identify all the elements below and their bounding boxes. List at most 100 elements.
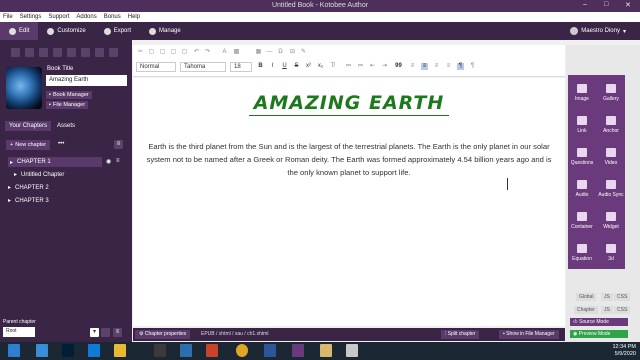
ie-icon[interactable] [88,344,100,357]
align-left-icon[interactable]: ≡ [409,63,416,70]
widget-widget[interactable]: Widget [597,203,625,239]
redo-icon[interactable]: ↷ [204,49,211,56]
book-manager-button[interactable]: ▪ Book Manager [46,91,92,99]
widget-audio-sync[interactable]: Audio Sync [597,171,625,207]
paste-text-icon[interactable]: ▢ [170,49,177,56]
outdent-icon[interactable]: ⇤ [369,63,376,70]
mode-edit[interactable]: Edit [0,22,39,40]
tab-your-chapters[interactable]: Your Chapters [5,121,52,131]
mode-export[interactable]: Export [95,22,140,40]
folder-icon[interactable] [320,344,332,357]
chapter-dropdown-button[interactable]: ▾ [90,328,99,337]
blockquote-button[interactable]: 99 [395,63,402,70]
chapter-item-untitled[interactable]: ▸ Untitled Chapter [14,171,64,179]
widget-audio[interactable]: Audio [568,171,596,207]
menu-settings[interactable]: Settings [20,14,42,20]
menu-support[interactable]: Support [48,14,69,20]
widget-questions[interactable]: Questions [568,139,596,175]
windows-start-icon[interactable] [8,344,20,357]
widget-link[interactable]: Link [568,107,596,143]
eye-icon[interactable]: ◉ [106,158,111,165]
bold-button[interactable]: B [257,63,264,70]
save-icon[interactable] [39,48,48,57]
bullet-list-icon[interactable]: ≔ [357,63,364,70]
global-js-button[interactable]: JS [601,293,613,301]
menu-bonus[interactable]: Bonus [104,14,121,20]
mode-manage[interactable]: Manage [140,22,190,40]
align-right-icon[interactable]: ≡ [433,63,440,70]
source-mode-button[interactable]: ‹/› Source Mode [570,318,628,326]
indent-icon[interactable]: ⇥ [381,63,388,70]
media-icon[interactable] [67,48,76,57]
widget-equation[interactable]: Equation [568,235,596,271]
widget-video[interactable]: Video [597,139,625,175]
chapter-item-2[interactable]: ▸ CHAPTER 2 [8,184,49,192]
align-justify-icon[interactable]: ≡ [445,63,452,70]
chapter-item-3[interactable]: ▸ CHAPTER 3 [8,197,49,205]
align-center-icon[interactable]: ≡ [421,63,428,70]
copy-icon[interactable]: ▢ [148,49,155,56]
book-cover-image[interactable] [6,67,42,109]
notepad-icon[interactable] [346,344,358,357]
kotobee-icon[interactable] [292,344,304,357]
ltr-icon[interactable]: ¶ [457,63,464,70]
italic-button[interactable]: I [269,63,276,70]
new-chapter-button[interactable]: + New chapter [6,140,51,150]
underline-button[interactable]: U [281,63,288,70]
delete-icon[interactable] [101,328,110,337]
maximize-button[interactable]: □ [604,1,608,8]
rtl-icon[interactable]: ¶ [469,63,476,70]
special-char-icon[interactable]: Ω [277,49,284,56]
document-canvas[interactable]: AMAZING EARTH Earth is the third planet … [133,78,565,326]
edge-icon[interactable] [36,344,48,357]
cut-icon[interactable]: ✂ [137,49,144,56]
parent-chapter-select[interactable]: Root [3,327,35,337]
user-menu[interactable]: Maestro Diony ▾ [570,22,626,40]
background-color-icon[interactable]: ▩ [233,49,240,56]
save-as-icon[interactable] [53,48,62,57]
chapter-item-1[interactable]: ▸ CHAPTER 1 [8,157,102,167]
widget-image[interactable]: Image [568,75,596,111]
open-book-icon[interactable] [25,48,34,57]
settings-icon[interactable] [109,48,118,57]
show-in-file-manager-button[interactable]: ▪ Show in File Manager [499,330,559,339]
horizontal-rule-icon[interactable]: ― [266,49,273,56]
photos-icon[interactable] [180,344,192,357]
paste-icon[interactable]: ▢ [159,49,166,56]
page-break-icon[interactable]: ⊟ [289,49,296,56]
book-title-input[interactable]: Amazing Earth [46,75,127,86]
close-button[interactable]: ✕ [625,1,631,9]
chapter-options-button[interactable]: ••• [58,141,64,147]
paragraph-style-select[interactable]: Normal [136,62,176,72]
chapter-menu-icon[interactable]: ≡ [116,158,120,164]
superscript-button[interactable]: x² [305,63,312,70]
minimize-button[interactable]: – [583,1,587,8]
file-manager-button[interactable]: ▪ File Manager [46,101,89,109]
tools-icon[interactable] [81,48,90,57]
format-painter-icon[interactable]: ✎ [300,49,307,56]
menu-icon[interactable]: ≡ [114,140,123,149]
list-icon[interactable]: ≡ [113,328,122,337]
chapter-css-button[interactable]: CSS [614,306,631,314]
widget-anchor[interactable]: Anchor [597,107,625,143]
global-css-button[interactable]: CSS [614,293,631,301]
widget-container[interactable]: Container [568,203,596,239]
numbered-list-icon[interactable]: ≔ [345,63,352,70]
font-size-select[interactable]: 18 [230,62,252,72]
word-icon[interactable] [264,344,276,357]
mode-customize[interactable]: Customize [38,22,94,40]
split-chapter-button[interactable]: ⫶ Split chapter [441,330,480,339]
menu-addons[interactable]: Addons [76,14,96,20]
paste-word-icon[interactable]: ▢ [181,49,188,56]
font-family-select[interactable]: Tahoma [180,62,226,72]
undo-icon[interactable]: ↶ [193,49,200,56]
preview-mode-button[interactable]: ◉ Preview Mode [570,330,628,338]
table-icon[interactable]: ▦ [255,49,262,56]
system-clock[interactable]: 12:34 PM 5/9/2020 [612,344,636,358]
chrome-icon[interactable] [236,344,248,357]
new-book-icon[interactable] [11,48,20,57]
chapter-js-button[interactable]: JS [601,306,613,314]
tab-assets[interactable]: Assets [53,121,79,131]
menu-file[interactable]: File [3,14,13,20]
text-color-icon[interactable]: A [221,49,228,56]
